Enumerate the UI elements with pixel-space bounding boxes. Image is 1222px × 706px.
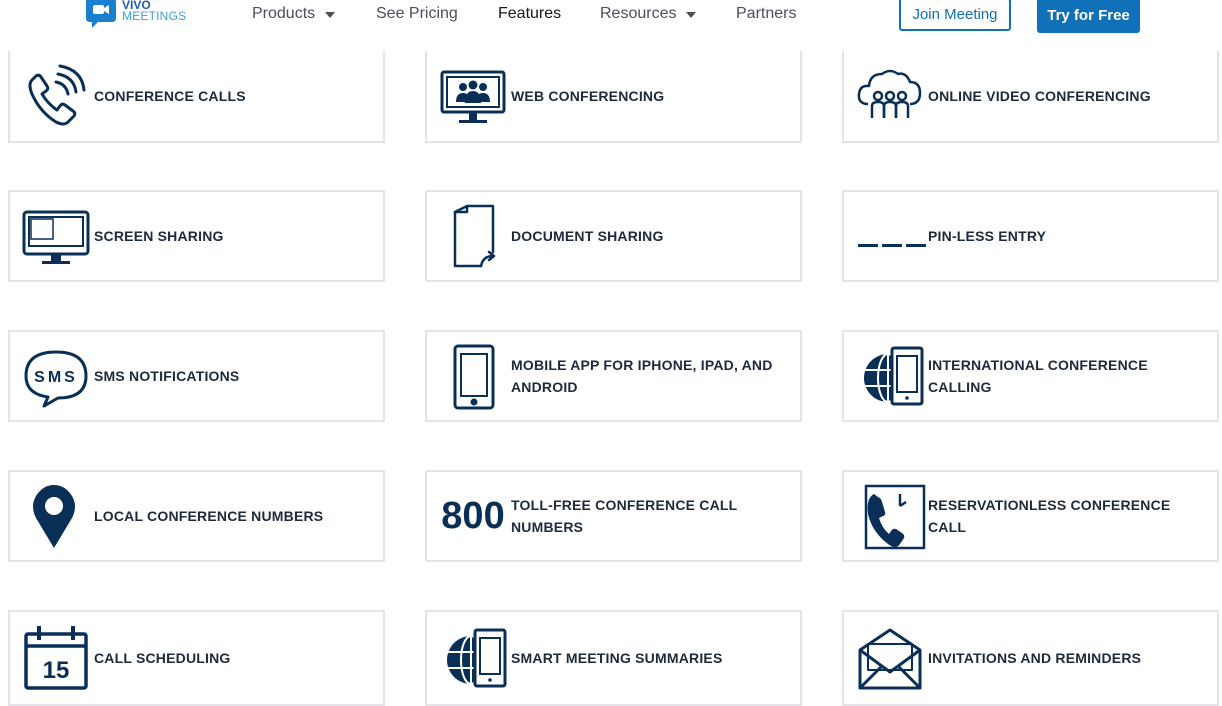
monitor-people-icon [437,60,509,132]
nav-products-label: Products [252,5,316,22]
feature-label: WEB CONFERENCING [511,88,665,104]
envelope-icon [854,622,926,694]
feature-card-online-video-conferencing[interactable]: ONLINE VIDEO CONFERENCING [842,51,1219,143]
feature-card-conference-calls[interactable]: CONFERENCE CALLS [8,51,385,143]
sms-icon-text: SMS [34,369,78,386]
document-share-icon [437,200,509,272]
logo[interactable]: VIVO MEETINGS [84,0,186,32]
chevron-down-icon [686,12,697,18]
site-header: VIVO MEETINGS Products See Pricing Featu… [0,0,1222,44]
globe-phone-icon [437,622,509,694]
feature-card-sms-notifications[interactable]: SMS SMS NOTIFICATIONS [8,330,385,422]
chevron-down-icon [325,12,336,18]
mobile-icon [437,340,509,412]
toll-free-icon: 800 [437,480,509,552]
join-meeting-button[interactable]: Join Meeting [899,0,1011,31]
logo-text-meetings: MEETINGS [122,9,187,23]
calendar-icon: 15 [20,622,92,694]
nav-features[interactable]: Features [498,5,561,23]
feature-card-reservationless-call[interactable]: RESERVATIONLESS CONFERENCE CALL [842,470,1219,562]
calendar-icon-text: 15 [43,657,70,684]
globe-phone-icon [854,340,926,412]
logo-camera-icon [84,0,118,28]
feature-label: INTERNATIONAL CONFERENCE CALLING [928,357,1148,395]
feature-card-screen-sharing[interactable]: SCREEN SHARING [8,190,385,282]
toll-free-icon-text: 800 [441,495,504,537]
sms-bubble-icon: SMS [20,340,92,412]
pin-dashes-icon [854,200,926,272]
feature-label: RESERVATIONLESS CONFERENCE CALL [928,497,1171,535]
feature-label: INVITATIONS AND REMINDERS [928,650,1142,666]
nav-see-pricing-label: See Pricing [376,5,458,22]
feature-label: PIN-LESS ENTRY [928,228,1047,244]
feature-label: SMART MEETING SUMMARIES [511,650,723,666]
feature-card-toll-free-numbers[interactable]: 800 TOLL-FREE CONFERENCE CALL NUMBERS [425,470,802,562]
feature-label: ONLINE VIDEO CONFERENCING [928,88,1151,104]
feature-label: CONFERENCE CALLS [94,88,246,104]
feature-card-local-numbers[interactable]: LOCAL CONFERENCE NUMBERS [8,470,385,562]
map-pin-icon [20,480,92,552]
phone-clock-icon [854,480,926,552]
nav-resources-label: Resources [600,5,677,22]
nav-features-label: Features [498,5,562,22]
feature-label: SCREEN SHARING [94,228,224,244]
nav-products[interactable]: Products [252,5,336,23]
nav-partners-label: Partners [736,5,797,22]
feature-label: CALL SCHEDULING [94,650,231,666]
phone-icon [20,60,92,132]
feature-card-mobile-app[interactable]: MOBILE APP FOR IPHONE, IPAD, AND ANDROID [425,330,802,422]
nav-resources[interactable]: Resources [600,5,697,23]
feature-label: LOCAL CONFERENCE NUMBERS [94,508,324,524]
feature-card-web-conferencing[interactable]: WEB CONFERENCING [425,51,802,143]
feature-card-smart-summaries[interactable]: SMART MEETING SUMMARIES [425,610,802,706]
feature-label: TOLL-FREE CONFERENCE CALL NUMBERS [511,497,738,535]
feature-card-document-sharing[interactable]: DOCUMENT SHARING [425,190,802,282]
nav-partners[interactable]: Partners [736,5,796,23]
feature-card-invitations-reminders[interactable]: INVITATIONS AND REMINDERS [842,610,1219,706]
feature-label: DOCUMENT SHARING [511,228,664,244]
feature-card-call-scheduling[interactable]: 15 CALL SCHEDULING [8,610,385,706]
feature-label: SMS NOTIFICATIONS [94,368,240,384]
nav-see-pricing[interactable]: See Pricing [376,5,458,23]
feature-card-international-calling[interactable]: INTERNATIONAL CONFERENCE CALLING [842,330,1219,422]
try-for-free-button[interactable]: Try for Free [1037,0,1140,33]
feature-card-pin-less-entry[interactable]: PIN-LESS ENTRY [842,190,1219,282]
cloud-people-icon [854,60,926,132]
feature-label: MOBILE APP FOR IPHONE, IPAD, AND ANDROID [511,357,773,395]
screen-icon [20,200,92,272]
